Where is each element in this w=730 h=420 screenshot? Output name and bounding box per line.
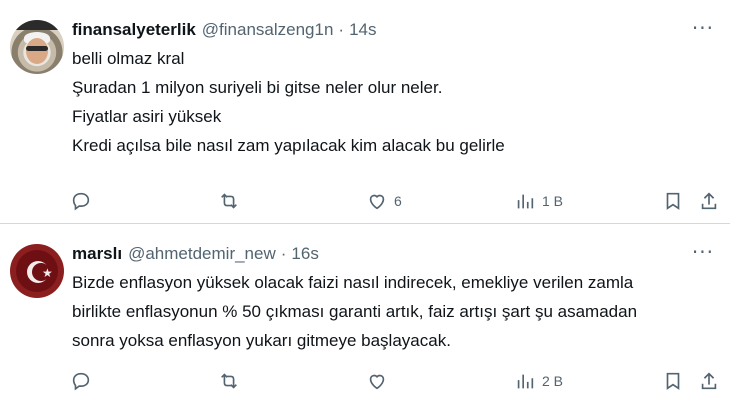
- tweet-text: belli olmaz kral Şuradan 1 milyon suriye…: [72, 44, 714, 160]
- like-button[interactable]: 6: [366, 186, 402, 216]
- share-button[interactable]: [698, 366, 720, 396]
- user-handle[interactable]: @ahmetdemir_new: [128, 244, 276, 264]
- tweet-line: sonra yoksa enflasyon yukarı gitmeye baş…: [72, 331, 451, 350]
- retweet-icon: [221, 373, 237, 389]
- views-count: 2 B: [542, 373, 564, 389]
- bookmark-button[interactable]: [662, 186, 684, 216]
- tweet-header: finansalyeterlik @finansalzeng1n · 14s: [72, 18, 714, 42]
- tweet-line: birlikte enflasyonun % 50 çıkması garant…: [72, 302, 638, 321]
- avatar[interactable]: ★: [10, 244, 64, 298]
- separator-dot: ·: [338, 20, 345, 39]
- like-button[interactable]: [366, 366, 394, 396]
- share-icon: [701, 372, 717, 390]
- more-icon[interactable]: ···: [692, 18, 714, 38]
- reply-button[interactable]: [70, 186, 98, 216]
- reply-icon: [72, 192, 90, 211]
- action-bar: 6 1 B: [70, 186, 722, 216]
- tweet-text: Bizde enflasyon yüksek olacak faizi nası…: [72, 268, 714, 355]
- views-count: 1 B: [542, 193, 564, 209]
- bookmark-icon: [666, 372, 680, 390]
- more-icon[interactable]: ···: [692, 242, 714, 262]
- separator-dot: ·: [280, 244, 287, 263]
- user-handle[interactable]: @finansalzeng1n: [202, 20, 334, 40]
- timestamp[interactable]: 16s: [291, 244, 318, 264]
- heart-icon: [369, 194, 385, 210]
- tweet-header: marslı @ahmetdemir_new · 16s: [72, 242, 714, 266]
- action-bar: 2 B: [70, 366, 722, 396]
- tweet-line: belli olmaz kral: [72, 49, 185, 68]
- share-icon: [701, 192, 717, 210]
- retweet-button[interactable]: [218, 366, 246, 396]
- tweet-line: Fiyatlar asiri yüksek: [72, 107, 222, 126]
- avatar[interactable]: [10, 20, 64, 74]
- bookmark-icon: [666, 192, 680, 210]
- views-button[interactable]: 2 B: [514, 366, 563, 396]
- display-name[interactable]: marslı: [72, 244, 122, 264]
- tweet-line: Kredi açılsa bile nasıl zam yapılacak ki…: [72, 136, 505, 155]
- analytics-icon: [517, 374, 534, 389]
- analytics-icon: [517, 194, 534, 209]
- like-count: 6: [394, 193, 402, 209]
- reply-icon: [72, 372, 90, 391]
- share-button[interactable]: [698, 186, 720, 216]
- retweet-icon: [221, 193, 237, 209]
- bookmark-button[interactable]: [662, 366, 684, 396]
- tweet-line: Şuradan 1 milyon suriyeli bi gitse neler…: [72, 78, 443, 97]
- display-name[interactable]: finansalyeterlik: [72, 20, 196, 40]
- heart-icon: [369, 374, 385, 390]
- reply-button[interactable]: [70, 366, 98, 396]
- retweet-button[interactable]: [218, 186, 246, 216]
- tweet-line: Bizde enflasyon yüksek olacak faizi nası…: [72, 273, 634, 292]
- timestamp[interactable]: 14s: [349, 20, 376, 40]
- views-button[interactable]: 1 B: [514, 186, 563, 216]
